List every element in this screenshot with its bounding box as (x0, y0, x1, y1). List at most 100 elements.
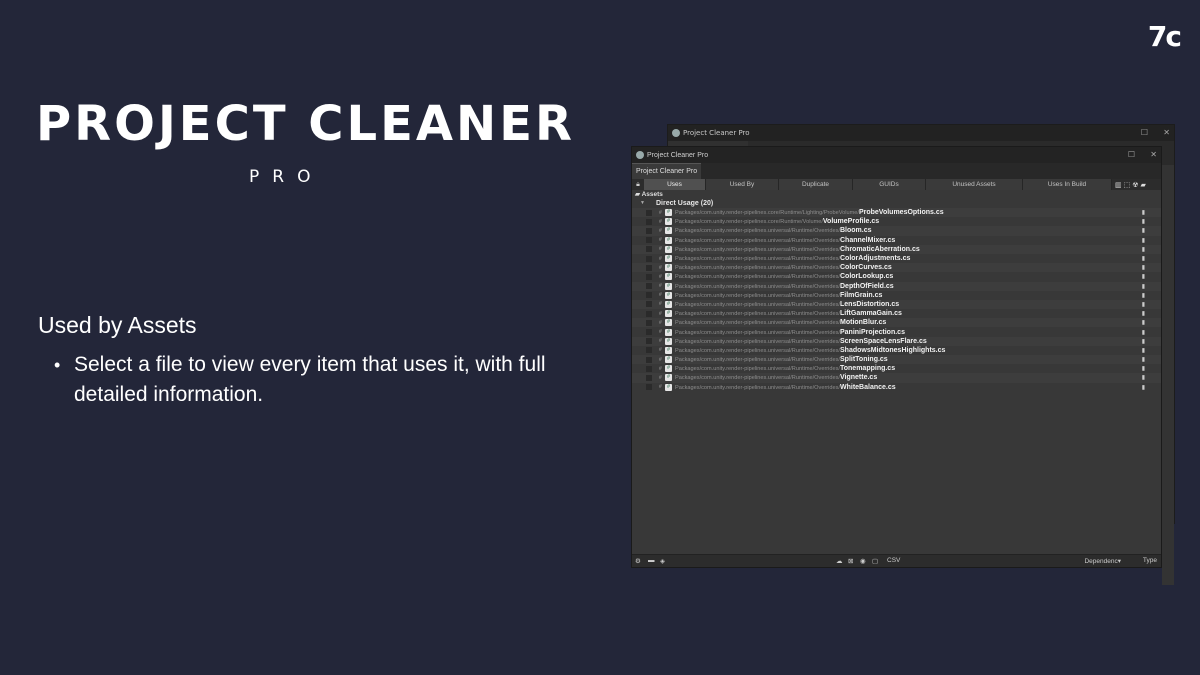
row-checkbox[interactable] (646, 218, 652, 225)
table-row[interactable]: # # Packages/com.unity.render-pipelines.co… (632, 217, 1161, 226)
table-row[interactable]: # # Packages/com.unity.render-pipelines.un… (632, 226, 1161, 236)
table-row[interactable]: # # Packages/com.unity.render-pipelines.co… (632, 208, 1161, 218)
tab-project-cleaner[interactable]: Project Cleaner Pro (632, 163, 702, 179)
globe-icon[interactable]: ◉ (860, 557, 866, 565)
assets-header[interactable]: ▰ Assets (632, 190, 1161, 199)
row-checkbox[interactable] (646, 255, 652, 262)
row-checkbox[interactable] (646, 356, 652, 363)
row-filename: MotionBlur.cs (840, 319, 887, 327)
document-icon[interactable]: ▮ (1142, 301, 1145, 308)
table-row[interactable]: # # Packages/com.unity.render-pipelines.un… (632, 309, 1161, 318)
grid-icon[interactable]: ⬚ (1124, 181, 1131, 189)
tab-uses-in-build[interactable]: Uses In Build (1023, 179, 1112, 190)
table-row[interactable]: # # Packages/com.unity.render-pipelines.un… (632, 318, 1161, 328)
columns-icon[interactable]: ▥ (1115, 181, 1122, 189)
document-icon[interactable]: ▮ (1142, 246, 1145, 253)
target-icon[interactable]: ⊠ (848, 557, 853, 565)
lock-icon[interactable]: 🔒︎ (632, 179, 644, 190)
table-row[interactable]: # # Packages/com.unity.render-pipelines.un… (632, 355, 1161, 365)
document-icon[interactable]: ▮ (1142, 283, 1145, 290)
type-sort-button[interactable]: Type (1143, 557, 1157, 564)
row-checkbox[interactable] (646, 237, 652, 244)
row-path-cell: Packages/com.unity.render-pipelines.univ… (675, 310, 902, 317)
document-icon[interactable]: ▮ (1142, 374, 1145, 381)
row-path: Packages/com.unity.render-pipelines.univ… (675, 338, 840, 345)
row-checkbox[interactable] (646, 374, 652, 381)
table-row[interactable]: # # Packages/com.unity.render-pipelines.un… (632, 327, 1161, 336)
row-checkbox[interactable] (646, 292, 652, 299)
document-icon[interactable]: ▮ (1142, 209, 1145, 216)
table-row[interactable]: # # Packages/com.unity.render-pipelines.un… (632, 244, 1161, 254)
script-icon[interactable]: ▢ (872, 557, 878, 565)
dependency-dropdown[interactable]: Dependenc▾ (1084, 557, 1121, 565)
row-checkbox[interactable] (646, 246, 652, 253)
folder-icon[interactable]: ▰ (1141, 181, 1146, 189)
expand-arrow-icon[interactable]: ▼ (640, 199, 645, 208)
csv-button[interactable]: CSV (887, 557, 900, 564)
row-checkbox[interactable] (646, 264, 652, 271)
document-icon[interactable]: ▮ (1142, 319, 1145, 326)
table-row[interactable]: # # Packages/com.unity.render-pipelines.un… (632, 291, 1161, 300)
document-icon[interactable]: ▮ (1142, 384, 1145, 391)
document-icon[interactable]: ▮ (1142, 347, 1145, 354)
table-row[interactable]: # # Packages/com.unity.render-pipelines.un… (632, 373, 1161, 383)
maximize-icon[interactable]: ☐ (1141, 128, 1148, 137)
document-icon[interactable]: ▮ (1142, 356, 1145, 363)
row-checkbox[interactable] (646, 301, 652, 308)
row-checkbox[interactable] (646, 283, 652, 290)
table-row[interactable]: # # Packages/com.unity.render-pipelines.un… (632, 272, 1161, 281)
tab-guids[interactable]: GUIDs (853, 179, 926, 190)
close-icon[interactable]: ✕ (1163, 128, 1170, 137)
table-row[interactable]: # # Packages/com.unity.render-pipelines.un… (632, 263, 1161, 273)
cs-file-icon: # (665, 374, 672, 382)
row-checkbox[interactable] (646, 319, 652, 326)
window-titlebar[interactable]: Project Cleaner Pro ☐ ✕ (632, 147, 1161, 163)
cloud-icon[interactable]: ☁ (836, 557, 843, 565)
project-cleaner-window[interactable]: Project Cleaner Pro ☐ ✕ Project Cleaner … (631, 146, 1162, 568)
tab-unused-assets[interactable]: Unused Assets (926, 179, 1023, 190)
document-icon[interactable]: ▮ (1142, 310, 1145, 317)
document-icon[interactable]: ▮ (1142, 338, 1145, 345)
background-window-titlebar[interactable]: Project Cleaner Pro ☐ ✕ (668, 125, 1174, 141)
row-checkbox[interactable] (646, 384, 652, 391)
document-icon[interactable]: ▮ (1142, 365, 1145, 372)
document-icon[interactable]: ▮ (1142, 255, 1145, 262)
tab-uses[interactable]: Uses (644, 179, 706, 190)
close-icon[interactable]: ✕ (1150, 150, 1157, 159)
document-icon[interactable]: ▮ (1142, 329, 1145, 336)
document-icon[interactable]: ▮ (1142, 237, 1145, 244)
document-icon[interactable]: ▮ (1142, 264, 1145, 271)
row-checkbox[interactable] (646, 338, 652, 345)
direct-usage-group[interactable]: ▼ Direct Usage (20) (632, 199, 1161, 208)
document-icon[interactable]: ▮ (1142, 218, 1145, 225)
row-checkbox[interactable] (646, 365, 652, 372)
minus-icon[interactable]: ▬ (648, 557, 655, 564)
table-row[interactable]: # # Packages/com.unity.render-pipelines.un… (632, 364, 1161, 373)
table-row[interactable]: # # Packages/com.unity.render-pipelines.un… (632, 236, 1161, 245)
table-row[interactable]: # # Packages/com.unity.render-pipelines.un… (632, 299, 1161, 310)
row-checkbox[interactable] (646, 310, 652, 317)
table-row[interactable]: # # Packages/com.unity.render-pipelines.un… (632, 281, 1161, 291)
row-checkbox[interactable] (646, 273, 652, 280)
row-filename: Bloom.cs (840, 227, 872, 235)
hazard-icon[interactable]: ☢ (1132, 181, 1138, 189)
background-window-title: Project Cleaner Pro (683, 129, 750, 137)
bullet-dot-icon: • (54, 355, 61, 375)
hash-icon: # (659, 329, 662, 336)
table-row[interactable]: # # Packages/com.unity.render-pipelines.un… (632, 346, 1161, 355)
document-icon[interactable]: ▮ (1142, 292, 1145, 299)
table-row[interactable]: # # Packages/com.unity.render-pipelines.un… (632, 254, 1161, 263)
row-checkbox[interactable] (646, 347, 652, 354)
table-row[interactable]: # # Packages/com.unity.render-pipelines.un… (632, 336, 1161, 346)
row-checkbox[interactable] (646, 209, 652, 216)
document-icon[interactable]: ▮ (1142, 227, 1145, 234)
row-checkbox[interactable] (646, 227, 652, 234)
maximize-icon[interactable]: ☐ (1128, 150, 1135, 159)
layers-icon[interactable]: ◈ (660, 557, 665, 565)
settings-icon[interactable]: ⚙ (635, 557, 641, 565)
table-row[interactable]: # # Packages/com.unity.render-pipelines.un… (632, 383, 1161, 392)
document-icon[interactable]: ▮ (1142, 273, 1145, 280)
tab-used-by[interactable]: Used By (706, 179, 779, 190)
tab-duplicate[interactable]: Duplicate (779, 179, 853, 190)
row-checkbox[interactable] (646, 329, 652, 336)
